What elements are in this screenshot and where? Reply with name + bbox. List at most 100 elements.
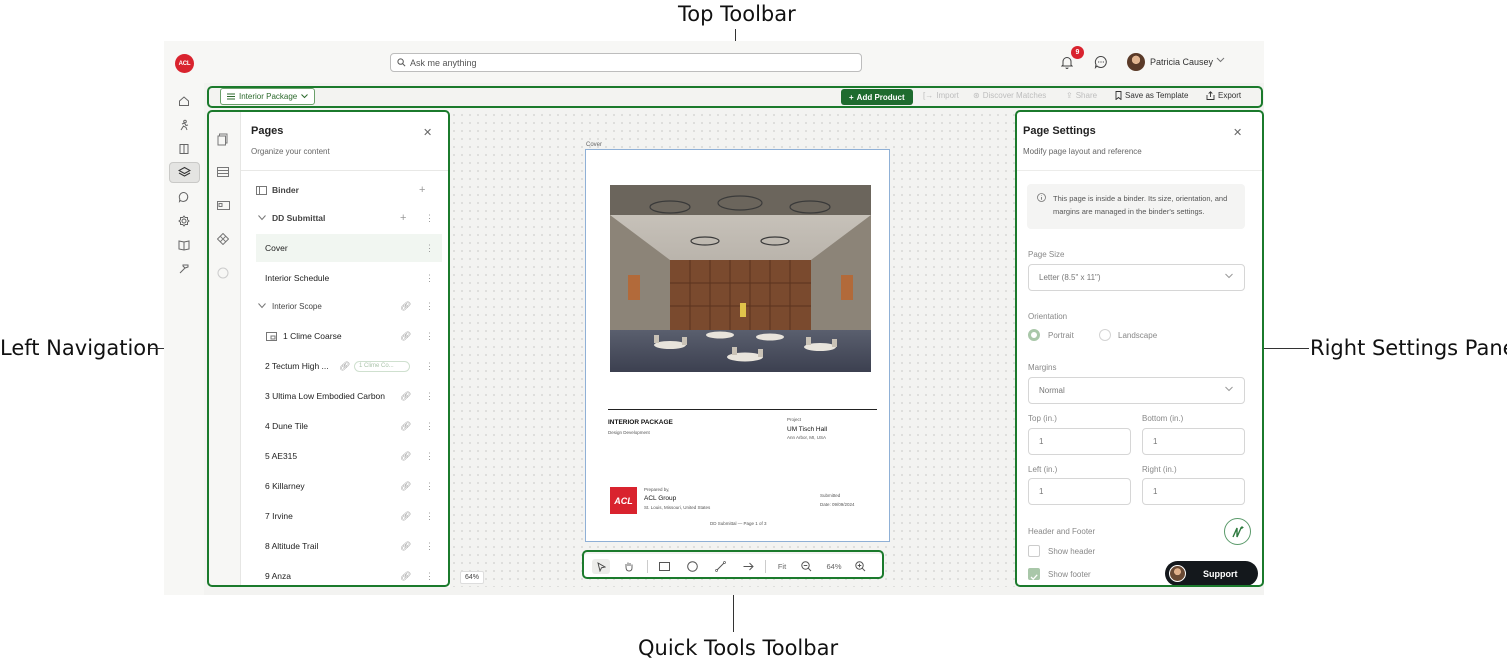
more-icon[interactable]: ⋮ bbox=[425, 571, 434, 582]
user-avatar[interactable] bbox=[1127, 53, 1145, 71]
landscape-radio[interactable] bbox=[1099, 329, 1111, 341]
search-input[interactable]: Ask me anything bbox=[390, 53, 862, 72]
page-item-cover[interactable]: Cover ⋮ bbox=[256, 234, 442, 262]
link-icon[interactable]: 🔗︎ bbox=[400, 391, 411, 402]
comment-icon[interactable] bbox=[217, 267, 229, 279]
linked-chip[interactable]: 1 Clime Co... bbox=[354, 360, 410, 372]
bell-icon[interactable] bbox=[1061, 56, 1073, 69]
app-logo[interactable]: ACL bbox=[175, 54, 194, 73]
pan-tool[interactable] bbox=[621, 559, 637, 574]
link-icon[interactable]: 🔗︎ bbox=[339, 361, 350, 372]
more-icon[interactable]: ⋮ bbox=[425, 331, 434, 342]
rail-library[interactable] bbox=[174, 139, 194, 159]
portrait-label[interactable]: Portrait bbox=[1048, 331, 1074, 340]
show-header-checkbox[interactable] bbox=[1028, 545, 1040, 557]
more-icon[interactable]: ⋮ bbox=[425, 361, 434, 372]
chevron-down-icon[interactable] bbox=[258, 303, 266, 309]
rail-settings[interactable] bbox=[174, 211, 194, 231]
margins-select[interactable]: Normal bbox=[1028, 377, 1245, 404]
select-tool[interactable] bbox=[592, 559, 610, 574]
rail-tools[interactable] bbox=[174, 259, 194, 279]
page-item[interactable]: 2 Tectum High ... 🔗︎ 1 Clime Co... ⋮ bbox=[241, 352, 450, 380]
show-header-label[interactable]: Show header bbox=[1048, 547, 1095, 556]
more-icon[interactable]: ⋮ bbox=[425, 451, 434, 462]
binder-row[interactable]: Binder + bbox=[241, 176, 450, 204]
page-item[interactable]: 3 Ultima Low Embodied Carbon 🔗︎ ⋮ bbox=[241, 382, 450, 410]
rail-messages[interactable] bbox=[174, 187, 194, 207]
ai-assistant-button[interactable] bbox=[1224, 518, 1251, 545]
arrow-tool[interactable] bbox=[740, 559, 756, 574]
page-group-interior-scope[interactable]: Interior Scope 🔗︎ ⋮ bbox=[241, 292, 450, 320]
discover-matches-button[interactable]: ⊛ Discover Matches bbox=[973, 91, 1046, 100]
link-icon[interactable]: 🔗︎ bbox=[400, 301, 411, 312]
pages-icon[interactable] bbox=[217, 133, 229, 146]
grid-diamond-icon[interactable] bbox=[217, 233, 229, 245]
chevron-down-icon[interactable] bbox=[258, 215, 266, 221]
export-button[interactable]: Export bbox=[1206, 91, 1241, 100]
more-icon[interactable]: ⋮ bbox=[425, 213, 434, 224]
rectangle-tool[interactable] bbox=[656, 559, 672, 574]
share-button[interactable]: ⇪ Share bbox=[1066, 91, 1097, 100]
link-icon[interactable]: 🔗︎ bbox=[400, 541, 411, 552]
top-margin-input[interactable]: 1 bbox=[1028, 428, 1131, 455]
support-button[interactable]: Support bbox=[1165, 561, 1258, 586]
show-footer-checkbox[interactable] bbox=[1028, 568, 1040, 581]
rail-projects[interactable] bbox=[174, 115, 194, 135]
link-icon[interactable]: 🔗︎ bbox=[400, 481, 411, 492]
table-icon[interactable] bbox=[217, 167, 229, 177]
section-row[interactable]: DD Submittal + ⋮ bbox=[241, 204, 450, 232]
page-item[interactable]: 8 Altitude Trail 🔗︎ ⋮ bbox=[241, 532, 450, 560]
landscape-label[interactable]: Landscape bbox=[1118, 331, 1157, 340]
more-icon[interactable]: ⋮ bbox=[425, 301, 434, 312]
callout-top-toolbar: Top Toolbar bbox=[678, 2, 796, 26]
more-icon[interactable]: ⋮ bbox=[425, 511, 434, 522]
more-icon[interactable]: ⋮ bbox=[425, 243, 434, 254]
rail-layers[interactable] bbox=[169, 162, 200, 183]
more-icon[interactable]: ⋮ bbox=[425, 273, 434, 284]
page-item[interactable]: 1 Clime Coarse 🔗︎ ⋮ bbox=[241, 322, 450, 350]
more-icon[interactable]: ⋮ bbox=[425, 541, 434, 552]
save-as-template-button[interactable]: Save as Template bbox=[1115, 91, 1188, 100]
ellipse-tool[interactable] bbox=[684, 559, 700, 574]
add-icon[interactable]: + bbox=[419, 184, 425, 196]
page-item[interactable]: 5 AE315 🔗︎ ⋮ bbox=[241, 442, 450, 470]
chat-icon[interactable] bbox=[1094, 55, 1108, 69]
more-icon[interactable]: ⋮ bbox=[425, 481, 434, 492]
left-margin-input[interactable]: 1 bbox=[1028, 478, 1131, 505]
rail-home[interactable] bbox=[174, 91, 194, 111]
more-icon[interactable]: ⋮ bbox=[425, 391, 434, 402]
package-dropdown[interactable]: Interior Package bbox=[220, 88, 316, 105]
pages-title: Pages bbox=[251, 125, 284, 137]
page-item[interactable]: 7 Irvine 🔗︎ ⋮ bbox=[241, 502, 450, 530]
right-margin-input[interactable]: 1 bbox=[1142, 478, 1245, 505]
document-page[interactable]: INTERIOR PACKAGE Design Development Proj… bbox=[585, 149, 890, 542]
link-icon[interactable]: 🔗︎ bbox=[400, 421, 411, 432]
zoom-out-button[interactable] bbox=[798, 559, 814, 574]
show-footer-label[interactable]: Show footer bbox=[1048, 570, 1091, 579]
fit-button[interactable]: Fit bbox=[773, 559, 791, 574]
page-size-select[interactable]: Letter (8.5" x 11") bbox=[1028, 264, 1245, 291]
close-icon[interactable]: ✕ bbox=[423, 126, 432, 139]
page-item[interactable]: 6 Killarney 🔗︎ ⋮ bbox=[241, 472, 450, 500]
link-icon[interactable]: 🔗︎ bbox=[400, 511, 411, 522]
more-icon[interactable]: ⋮ bbox=[425, 421, 434, 432]
canvas-area[interactable]: Cover INTERIOR PACKAGE Design Developmen… bbox=[450, 111, 1016, 587]
add-icon[interactable]: + bbox=[400, 212, 406, 224]
link-icon[interactable]: 🔗︎ bbox=[400, 331, 411, 342]
chevron-down-icon[interactable] bbox=[1216, 57, 1225, 63]
card-icon[interactable] bbox=[217, 201, 230, 210]
page-item[interactable]: Interior Schedule ⋮ bbox=[241, 264, 450, 292]
bottom-margin-input[interactable]: 1 bbox=[1142, 428, 1245, 455]
link-icon[interactable]: 🔗︎ bbox=[400, 451, 411, 462]
link-icon[interactable]: 🔗︎ bbox=[400, 571, 411, 582]
rail-docs[interactable] bbox=[174, 235, 194, 255]
line-tool[interactable] bbox=[712, 559, 728, 574]
zoom-in-button[interactable] bbox=[852, 559, 868, 574]
add-product-button[interactable]: + Add Product bbox=[841, 89, 913, 105]
page-item[interactable]: 4 Dune Tile 🔗︎ ⋮ bbox=[241, 412, 450, 440]
page-item[interactable]: 9 Anza 🔗︎ ⋮ bbox=[241, 562, 450, 590]
user-name[interactable]: Patricia Causey bbox=[1150, 57, 1213, 67]
close-icon[interactable]: ✕ bbox=[1233, 126, 1242, 139]
portrait-radio[interactable] bbox=[1028, 329, 1040, 341]
import-button[interactable]: [→ Import bbox=[923, 91, 959, 100]
